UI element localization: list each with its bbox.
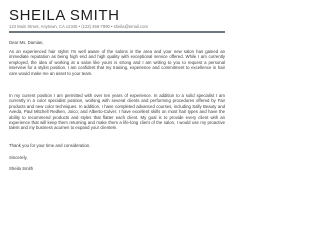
letter-greeting: Dear Ms. Damian, bbox=[9, 40, 44, 45]
letter-paragraph-1: As an experienced hair stylist I'm well … bbox=[9, 49, 225, 76]
letter-closing: Sincerely, bbox=[9, 155, 28, 160]
letter-paragraph-3: Thank you for your time and consideratio… bbox=[9, 143, 91, 148]
cover-letter-page: SHEILA SMITH 123 Main Street, Anytown, C… bbox=[0, 0, 234, 216]
sender-name: SHEILA SMITH bbox=[9, 7, 120, 24]
letter-paragraph-2: In my current position I am permitted wi… bbox=[9, 93, 225, 131]
header-divider bbox=[9, 31, 225, 33]
sender-contact-line: 123 Main Street, Anytown, CA 12345 • (12… bbox=[9, 24, 148, 29]
letter-signature-name: Sheila Smith bbox=[9, 166, 34, 171]
